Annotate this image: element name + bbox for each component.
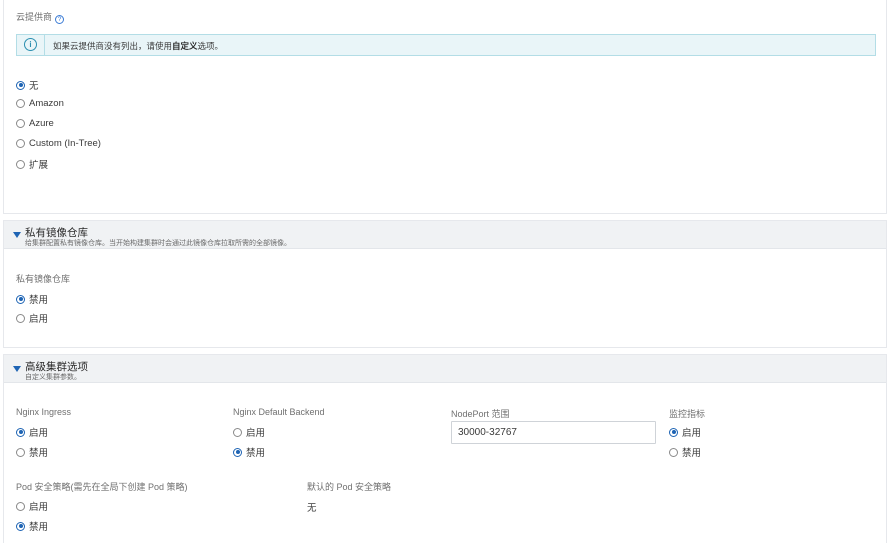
radio-checked-icon bbox=[16, 427, 25, 437]
pod-security-policy-label: Pod 安全策略(需先在全局下创建 Pod 策略) bbox=[16, 482, 188, 492]
registry-option-enable[interactable]: 启用 bbox=[16, 311, 48, 325]
info-banner: i 如果云提供商没有列出，请使用自定义选项。 bbox=[16, 34, 876, 56]
radio-checked-icon bbox=[669, 427, 678, 437]
radio-icon bbox=[669, 447, 678, 457]
nginx-backend-label: Nginx Default Backend bbox=[233, 407, 325, 417]
private-registry-header[interactable]: 私有镜像仓库 给集群配置私有镜像仓库。当开始构建集群时会通过此镜像仓库拉取所需的… bbox=[4, 221, 886, 249]
collapse-triangle-icon[interactable] bbox=[13, 366, 21, 372]
default-psp-value: 无 bbox=[307, 503, 317, 514]
radio-checked-icon bbox=[16, 80, 25, 90]
radio-checked-icon bbox=[16, 521, 25, 531]
info-divider bbox=[44, 35, 45, 55]
radio-icon bbox=[16, 159, 25, 169]
radio-icon bbox=[16, 501, 25, 511]
psp-enable[interactable]: 启用 bbox=[16, 499, 48, 513]
help-icon[interactable]: ? bbox=[55, 15, 65, 24]
radio-icon bbox=[233, 427, 242, 437]
cloud-provider-panel: 云提供商? i 如果云提供商没有列出，请使用自定义选项。 无 Amazon Az… bbox=[3, 0, 887, 214]
info-text: 如果云提供商没有列出，请使用自定义选项。 bbox=[53, 41, 224, 51]
psp-disable[interactable]: 禁用 bbox=[16, 519, 48, 533]
private-registry-panel: 私有镜像仓库 给集群配置私有镜像仓库。当开始构建集群时会通过此镜像仓库拉取所需的… bbox=[3, 220, 887, 348]
nginx-ingress-enable[interactable]: 启用 bbox=[16, 425, 48, 439]
private-registry-label: 私有镜像仓库 bbox=[16, 274, 71, 284]
nginx-backend-enable[interactable]: 启用 bbox=[233, 425, 265, 439]
cloud-option-none[interactable]: 无 bbox=[16, 78, 39, 92]
cloud-option-extension[interactable]: 扩展 bbox=[16, 157, 48, 171]
cloud-option-custom[interactable]: Custom (In-Tree) bbox=[16, 138, 101, 149]
monitoring-label: 监控指标 bbox=[669, 409, 706, 419]
info-icon: i bbox=[24, 38, 37, 51]
nodeport-range-label: NodePort 范围 bbox=[451, 409, 510, 419]
nginx-backend-disable[interactable]: 禁用 bbox=[233, 445, 265, 459]
default-psp-label: 默认的 Pod 安全策略 bbox=[307, 482, 392, 492]
section-subtitle: 给集群配置私有镜像仓库。当开始构建集群时会通过此镜像仓库拉取所需的全部镜像。 bbox=[25, 240, 291, 247]
radio-icon bbox=[16, 139, 25, 148]
radio-icon bbox=[16, 99, 25, 108]
cloud-provider-label: 云提供商? bbox=[16, 10, 65, 24]
collapse-triangle-icon[interactable] bbox=[13, 232, 21, 238]
nodeport-range-input[interactable] bbox=[451, 421, 656, 444]
radio-icon bbox=[16, 313, 25, 323]
radio-icon bbox=[16, 447, 25, 457]
cloud-option-amazon[interactable]: Amazon bbox=[16, 98, 64, 109]
cloud-option-azure[interactable]: Azure bbox=[16, 118, 54, 129]
registry-option-disable[interactable]: 禁用 bbox=[16, 292, 48, 306]
section-subtitle: 自定义集群参数。 bbox=[25, 374, 81, 381]
radio-checked-icon bbox=[16, 294, 25, 304]
radio-checked-icon bbox=[233, 447, 242, 457]
advanced-options-panel: 高级集群选项 自定义集群参数。 Nginx Ingress 启用 禁用 Ngin… bbox=[3, 354, 887, 543]
nginx-ingress-label: Nginx Ingress bbox=[16, 407, 72, 417]
advanced-options-header[interactable]: 高级集群选项 自定义集群参数。 bbox=[4, 355, 886, 383]
radio-icon bbox=[16, 119, 25, 128]
monitoring-enable[interactable]: 启用 bbox=[669, 425, 701, 439]
monitoring-disable[interactable]: 禁用 bbox=[669, 445, 701, 459]
nginx-ingress-disable[interactable]: 禁用 bbox=[16, 445, 48, 459]
